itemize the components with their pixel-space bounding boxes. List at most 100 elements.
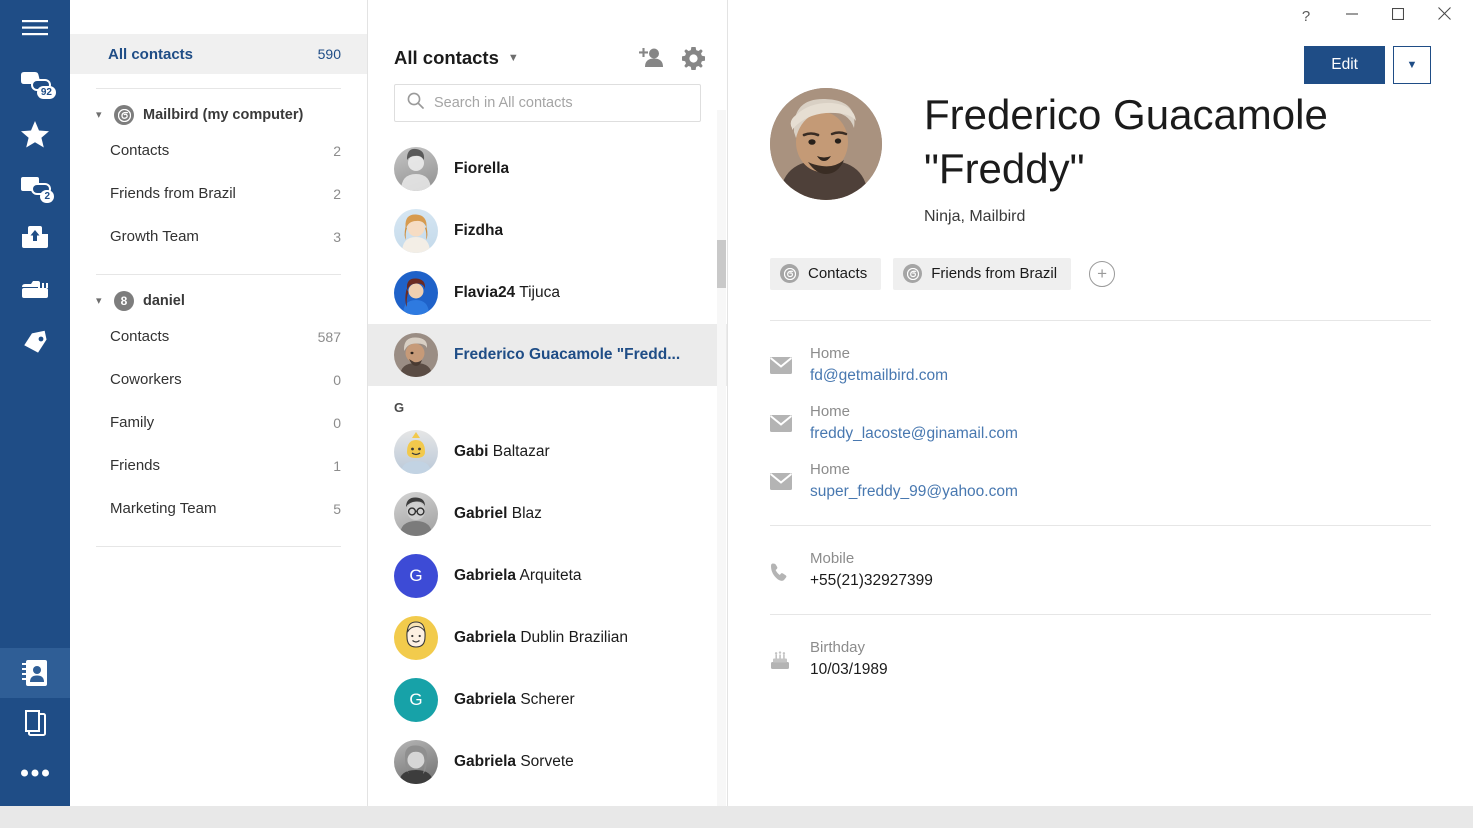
contact-name: Gabi Baltazar bbox=[454, 443, 550, 461]
sidebar-group-family[interactable]: Family 0 bbox=[70, 401, 367, 444]
chevron-down-icon[interactable]: ▾ bbox=[96, 296, 110, 307]
field-body: Home freddy_lacoste@ginamail.com bbox=[810, 403, 1018, 443]
cake-icon bbox=[770, 639, 810, 670]
envelope-icon bbox=[770, 461, 810, 490]
window-bottom-strip bbox=[0, 806, 1473, 828]
rail-item-inbox[interactable]: 92 bbox=[0, 56, 70, 108]
list-item[interactable]: Gabriela Sorvete bbox=[368, 731, 727, 793]
contact-name: Gabriela Sorvete bbox=[454, 753, 574, 771]
list-item[interactable]: Fizdha bbox=[368, 200, 727, 262]
unread-count-badge: 2 bbox=[40, 190, 54, 203]
edit-toolbar: Edit ▼ bbox=[1304, 46, 1431, 84]
contact-detail-pane: ? Edit bbox=[728, 0, 1473, 806]
email-fields: Home fd@getmailbird.com Home freddy_laco… bbox=[728, 321, 1473, 501]
close-icon bbox=[1438, 7, 1451, 25]
contact-name: Frederico Guacamole "Fredd... bbox=[454, 346, 680, 364]
contact-list-scrollbar[interactable] bbox=[717, 110, 726, 806]
email-value[interactable]: fd@getmailbird.com bbox=[810, 367, 948, 385]
contact-name: Gabriela Dublin Brazilian bbox=[454, 629, 628, 647]
chevron-down-icon[interactable]: ▾ bbox=[96, 110, 110, 121]
add-person-icon[interactable] bbox=[638, 47, 664, 69]
avatar-initial: G bbox=[394, 554, 438, 598]
maximize-button[interactable] bbox=[1375, 0, 1421, 32]
search-input[interactable] bbox=[434, 95, 688, 111]
rail-item-files[interactable] bbox=[0, 698, 70, 748]
sidebar-group-marketing-team[interactable]: Marketing Team 5 bbox=[70, 487, 367, 530]
contact-name: Gabriela Arquiteta bbox=[454, 567, 582, 585]
account-header-daniel[interactable]: ▾ 8 daniel bbox=[70, 275, 367, 315]
account-header-mailbird[interactable]: ▾ Mailbird (my computer) bbox=[70, 89, 367, 129]
mailbird-icon bbox=[780, 264, 799, 283]
mailbird-icon bbox=[903, 264, 922, 283]
email-field: Home fd@getmailbird.com bbox=[770, 327, 1431, 385]
rail-item-unread[interactable]: 2 bbox=[0, 160, 70, 212]
contact-name: Fiorella bbox=[454, 160, 509, 178]
rail-item-labels[interactable] bbox=[0, 316, 70, 368]
sidebar-item-all-contacts[interactable]: All contacts 590 bbox=[70, 34, 367, 74]
list-item[interactable]: Gabriela Dublin Brazilian bbox=[368, 607, 727, 669]
scrollbar-thumb[interactable] bbox=[717, 240, 726, 288]
mailbird-account-icon bbox=[114, 105, 134, 125]
group-count: 5 bbox=[333, 501, 341, 517]
help-button[interactable]: ? bbox=[1283, 0, 1329, 32]
search-icon bbox=[407, 92, 424, 114]
field-label: Home bbox=[810, 345, 948, 362]
contact-list-scroll[interactable]: Fiorella Fizdha bbox=[368, 138, 727, 806]
ellipsis-icon bbox=[21, 769, 49, 777]
phone-icon bbox=[770, 550, 810, 582]
contact-name: Flavia24 Tijuca bbox=[454, 284, 560, 302]
close-button[interactable] bbox=[1421, 0, 1467, 32]
sidebar-group-friends-from-brazil[interactable]: Friends from Brazil 2 bbox=[70, 172, 367, 215]
list-item[interactable]: Gabi Baltazar bbox=[368, 421, 727, 483]
group-label: Family bbox=[110, 414, 333, 431]
rail-item-more[interactable] bbox=[0, 748, 70, 798]
edit-dropdown-button[interactable]: ▼ bbox=[1393, 46, 1431, 84]
edit-button[interactable]: Edit bbox=[1304, 46, 1385, 84]
list-item[interactable]: Flavia24 Tijuca bbox=[368, 262, 727, 324]
avatar bbox=[394, 430, 438, 474]
sidebar-group-coworkers[interactable]: Coworkers 0 bbox=[70, 358, 367, 401]
tag-chip-friends-from-brazil[interactable]: Friends from Brazil bbox=[893, 258, 1071, 290]
sidebar-group-contacts-daniel[interactable]: Contacts 587 bbox=[70, 315, 367, 358]
sidebar-group-friends[interactable]: Friends 1 bbox=[70, 444, 367, 487]
minimize-button[interactable] bbox=[1329, 0, 1375, 32]
list-item[interactable]: Gabriel Blaz bbox=[368, 483, 727, 545]
gear-icon[interactable] bbox=[682, 47, 705, 70]
search-box[interactable] bbox=[394, 84, 701, 122]
envelope-icon bbox=[770, 403, 810, 432]
plus-circle-icon[interactable]: + bbox=[1089, 261, 1115, 287]
list-item[interactable]: G Gabriela Arquiteta bbox=[368, 545, 727, 607]
contact-avatar-large bbox=[770, 88, 882, 200]
hamburger-menu-button[interactable] bbox=[0, 0, 70, 56]
phone-field: Mobile +55(21)32927399 bbox=[770, 532, 1431, 590]
contact-name: Fizdha bbox=[454, 222, 503, 240]
contact-name: Gabriela Scherer bbox=[454, 691, 575, 709]
contact-list-title: All contacts bbox=[394, 47, 499, 69]
contact-header: Frederico Guacamole "Freddy" Ninja, Mail… bbox=[728, 0, 1473, 226]
email-value[interactable]: freddy_lacoste@ginamail.com bbox=[810, 425, 1018, 443]
files-icon bbox=[22, 709, 48, 737]
list-item[interactable]: Fiorella bbox=[368, 138, 727, 200]
group-label: Growth Team bbox=[110, 228, 333, 245]
rail-item-favorites[interactable] bbox=[0, 108, 70, 160]
tag-label: Friends from Brazil bbox=[931, 265, 1057, 282]
tag-label: Contacts bbox=[808, 265, 867, 282]
avatar bbox=[394, 740, 438, 784]
sidebar-group-growth-team[interactable]: Growth Team 3 bbox=[70, 215, 367, 258]
rail-item-archive[interactable] bbox=[0, 264, 70, 316]
email-value[interactable]: super_freddy_99@yahoo.com bbox=[810, 483, 1018, 501]
field-body: Home super_freddy_99@yahoo.com bbox=[810, 461, 1018, 501]
rail-item-contacts[interactable] bbox=[0, 648, 70, 698]
contact-identity: Frederico Guacamole "Freddy" Ninja, Mail… bbox=[924, 88, 1384, 226]
list-item-selected[interactable]: Frederico Guacamole "Fredd... bbox=[368, 324, 727, 386]
avatar bbox=[394, 492, 438, 536]
list-item[interactable]: G Gabriela Scherer bbox=[368, 669, 727, 731]
sidebar-group-contacts-mailbird[interactable]: Contacts 2 bbox=[70, 129, 367, 172]
hamburger-icon bbox=[22, 19, 48, 37]
contact-list-panel: All contacts ▼ bbox=[368, 0, 728, 806]
rail-item-attachments[interactable] bbox=[0, 212, 70, 264]
chevron-down-icon[interactable]: ▼ bbox=[508, 52, 519, 64]
field-body: Home fd@getmailbird.com bbox=[810, 345, 948, 385]
tag-chip-contacts[interactable]: Contacts bbox=[770, 258, 881, 290]
group-label: Friends bbox=[110, 457, 333, 474]
